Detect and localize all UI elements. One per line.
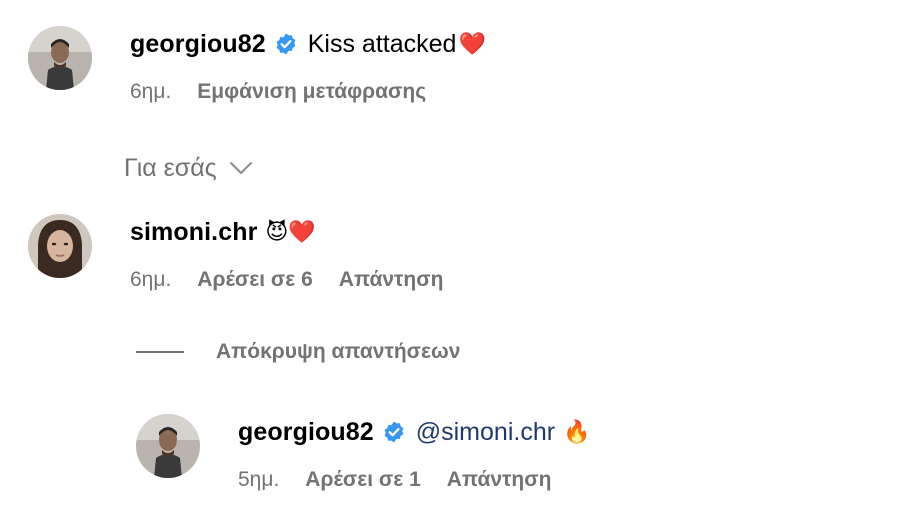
- sort-selector[interactable]: Για εσάς: [124, 150, 253, 186]
- username[interactable]: georgiou82: [238, 418, 374, 447]
- verified-badge-icon: [274, 32, 298, 56]
- username[interactable]: georgiou82: [130, 30, 266, 59]
- fire-emoji: 🔥: [563, 419, 591, 444]
- avatar[interactable]: [28, 214, 92, 278]
- comment-meta: 5ημ. Αρέσει σε 1 Απάντηση: [238, 466, 577, 494]
- comment-text: Kiss attacked: [307, 29, 457, 58]
- avatar-photo: [28, 26, 92, 90]
- heart-emoji: ❤️: [458, 31, 486, 56]
- verified-badge-icon: [382, 420, 406, 444]
- avatar-photo: [136, 414, 200, 478]
- comment-line: simoni.chr 😈❤️: [130, 216, 316, 248]
- likes-count-button[interactable]: Αρέσει σε 1: [305, 468, 420, 492]
- comment-meta: 6ημ. Εμφάνιση μετάφρασης: [130, 78, 452, 106]
- comment-simoni-chr: simoni.chr 😈❤️ 6ημ. Αρέσει σε 6 Απάντηση: [0, 200, 910, 310]
- avatar-photo: [28, 214, 92, 278]
- divider: [136, 351, 184, 353]
- avatar[interactable]: [136, 414, 200, 478]
- timestamp: 6ημ.: [130, 80, 172, 103]
- reply-button[interactable]: Απάντηση: [447, 468, 552, 492]
- mention-link[interactable]: @simoni.chr: [416, 418, 555, 447]
- show-translation-button[interactable]: Εμφάνιση μετάφρασης: [197, 80, 426, 104]
- reply-georgiou82: georgiou82 @simoni.chr 🔥 5ημ. Αρέσει σε …: [0, 400, 910, 514]
- sort-label: Για εσάς: [124, 153, 217, 182]
- chevron-down-icon: [229, 161, 253, 175]
- timestamp: 6ημ.: [130, 268, 172, 291]
- comment-line: georgiou82 @simoni.chr 🔥: [238, 416, 590, 448]
- reply-button[interactable]: Απάντηση: [339, 268, 444, 292]
- devil-heart-emoji: 😈❤️: [265, 219, 316, 244]
- timestamp: 5ημ.: [238, 468, 280, 491]
- hide-replies-label: Απόκρυψη απαντήσεων: [216, 340, 461, 363]
- avatar[interactable]: [28, 26, 92, 90]
- username[interactable]: simoni.chr: [130, 218, 257, 247]
- comment-line: georgiou82 Kiss attacked ❤️: [130, 28, 486, 60]
- hide-replies-button[interactable]: Απόκρυψη απαντήσεων: [136, 337, 460, 367]
- likes-count-button[interactable]: Αρέσει σε 6: [197, 268, 312, 292]
- comment-georgiou82: georgiou82 Kiss attacked ❤️ 6ημ. Εμφάνισ…: [0, 0, 910, 120]
- comment-meta: 6ημ. Αρέσει σε 6 Απάντηση: [130, 266, 469, 294]
